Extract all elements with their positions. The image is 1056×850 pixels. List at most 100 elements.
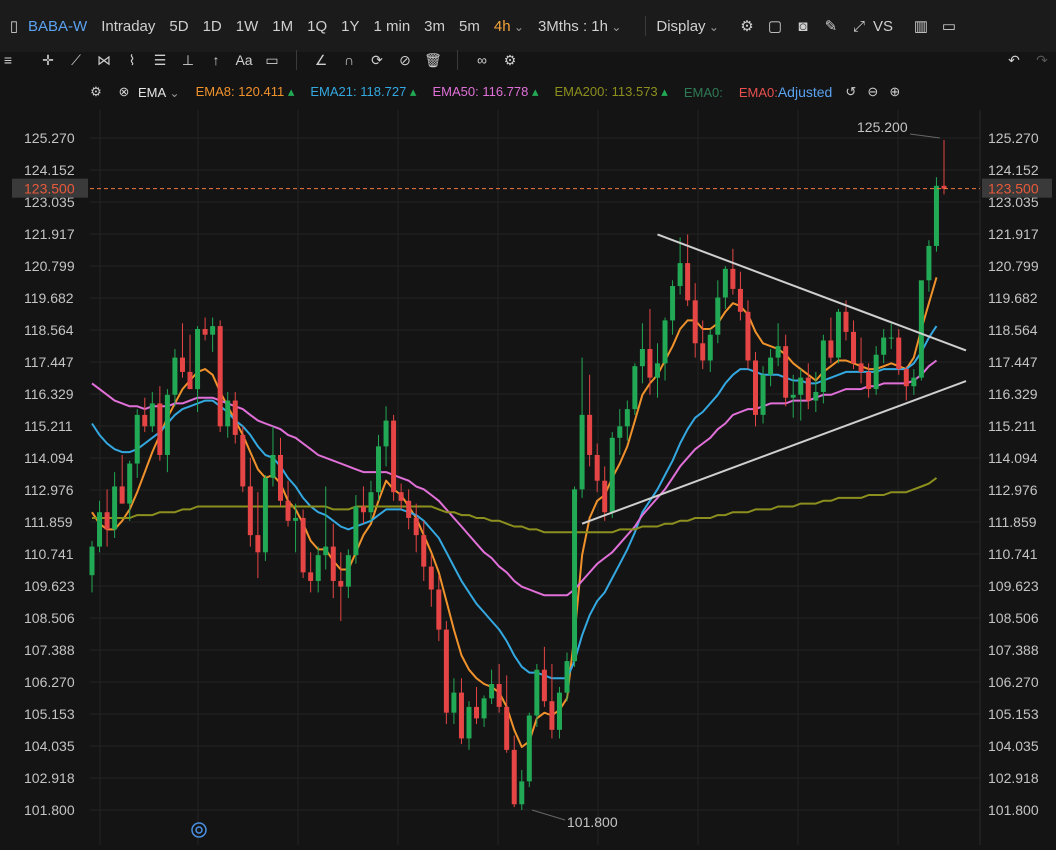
candle-body bbox=[851, 331, 857, 364]
fib-tool-icon[interactable]: ☰ bbox=[146, 46, 174, 74]
pencil-icon[interactable]: ✎ bbox=[817, 12, 845, 40]
ema21-legend: EMA21: 118.727 ▴ bbox=[310, 84, 417, 99]
candle-body bbox=[918, 280, 924, 378]
y-tick-label: 116.329 bbox=[988, 386, 1038, 402]
ema200-label: EMA200: bbox=[554, 84, 608, 99]
measure-tool-icon[interactable]: ⊥ bbox=[174, 46, 202, 74]
period-4h[interactable]: 4h bbox=[494, 18, 524, 35]
undo-icon[interactable]: ↶ bbox=[1000, 46, 1028, 74]
indicator-name[interactable]: EMA bbox=[138, 85, 180, 100]
candles bbox=[89, 140, 947, 810]
camera-icon[interactable]: ◙ bbox=[789, 12, 817, 40]
divider bbox=[296, 50, 297, 70]
y-axis-right: 125.270124.152123.035121.917120.799119.6… bbox=[988, 130, 1039, 818]
y-tick-label: 125.270 bbox=[988, 130, 1039, 146]
candle-body bbox=[360, 506, 366, 513]
crosshair-icon[interactable]: ✛ bbox=[34, 46, 62, 74]
redo-icon[interactable]: ↷ bbox=[1028, 46, 1056, 74]
candle-body bbox=[775, 346, 781, 358]
y-tick-label: 120.799 bbox=[24, 258, 75, 274]
reset-icon[interactable]: ↺ bbox=[840, 78, 862, 106]
indicator-close-icon[interactable]: ⊗ bbox=[110, 78, 138, 106]
book-icon[interactable]: ▥ bbox=[907, 12, 935, 40]
ema0-label-b: EMA0: bbox=[738, 84, 778, 100]
period-1q[interactable]: 1Q bbox=[307, 18, 327, 35]
zoom-out-icon[interactable]: ⊖ bbox=[862, 78, 884, 106]
candle-body bbox=[368, 492, 374, 513]
menu-icon[interactable]: ≡ bbox=[0, 46, 16, 74]
y-tick-label: 120.799 bbox=[988, 258, 1039, 274]
drawing-toolbar: ≡ ✛ ⟋ ⋈ ⌇ ☰ ⊥ ↑ Aa ▭ ∠ ∩ ⟳ ⊘ 🗑 ∞ ⚙ ↶ ↷ bbox=[0, 44, 1056, 76]
y-tick-label: 121.917 bbox=[24, 226, 75, 242]
period-1m[interactable]: 1M bbox=[272, 18, 293, 35]
candle-body bbox=[474, 706, 480, 719]
y-tick-label: 111.859 bbox=[24, 514, 73, 530]
adjusted-label[interactable]: Adjusted bbox=[778, 84, 840, 100]
candle-body bbox=[692, 300, 698, 344]
zoom-in-icon[interactable]: ⊕ bbox=[884, 78, 906, 106]
period-3m[interactable]: 3m bbox=[424, 18, 445, 35]
y-tick-label: 125.270 bbox=[24, 130, 75, 146]
candle-body bbox=[262, 477, 268, 553]
candle-body bbox=[195, 328, 201, 390]
period-5m[interactable]: 5m bbox=[459, 18, 480, 35]
ema21-label: EMA21: bbox=[310, 84, 357, 99]
arrow-tool-icon[interactable]: ↑ bbox=[202, 46, 230, 74]
period-intraday[interactable]: Intraday bbox=[101, 18, 155, 35]
y-tick-label: 118.564 bbox=[24, 322, 74, 338]
candle-body bbox=[323, 546, 329, 556]
sync-icon[interactable]: ⟳ bbox=[363, 46, 391, 74]
candle-body bbox=[285, 500, 291, 521]
candle-body bbox=[255, 535, 261, 553]
channel-tool-icon[interactable]: ⋈ bbox=[90, 46, 118, 74]
panel-icon[interactable]: ▭ bbox=[935, 12, 963, 40]
period-1w[interactable]: 1W bbox=[236, 18, 259, 35]
candle-body bbox=[534, 669, 540, 716]
period-5d[interactable]: 5D bbox=[169, 18, 188, 35]
candle-body bbox=[903, 369, 909, 387]
comment-icon[interactable]: ▭ bbox=[258, 46, 286, 74]
candle-body bbox=[519, 781, 525, 805]
magnet-icon[interactable]: ∩ bbox=[335, 46, 363, 74]
candle-body bbox=[413, 517, 419, 536]
link-icon[interactable]: ∞ bbox=[468, 46, 496, 74]
pattern-tool-icon[interactable]: ⌇ bbox=[118, 46, 146, 74]
ema8-label: EMA8: bbox=[195, 84, 235, 99]
candle-body bbox=[572, 489, 578, 662]
period-1y[interactable]: 1Y bbox=[341, 18, 359, 35]
hide-icon[interactable]: ⊘ bbox=[391, 46, 419, 74]
candle-body bbox=[451, 692, 457, 713]
price-chart[interactable]: 125.270124.152123.035121.917120.799119.6… bbox=[0, 110, 1056, 845]
chart-area[interactable]: 125.270 124.152 123.035 121.917 120.799 119.6… bbox=[0, 110, 1056, 845]
range-selector[interactable]: 3Mths : 1h bbox=[538, 18, 621, 35]
event-marker-icon-inner bbox=[195, 826, 203, 834]
candle-body bbox=[587, 414, 593, 455]
candle-body bbox=[526, 715, 532, 782]
candle-body bbox=[828, 340, 834, 358]
line-tool-icon[interactable]: ⟋ bbox=[62, 46, 90, 74]
indicator-settings-icon[interactable]: ⚙ bbox=[82, 78, 110, 106]
candle-body bbox=[888, 337, 894, 339]
ema8-value: 120.411 bbox=[238, 84, 285, 99]
brush-icon[interactable]: ∠ bbox=[307, 46, 335, 74]
layout-icon[interactable]: ▢ bbox=[761, 12, 789, 40]
candle-body bbox=[624, 409, 630, 427]
candle-body bbox=[579, 414, 585, 490]
period-1d[interactable]: 1D bbox=[203, 18, 222, 35]
drawing-settings-icon[interactable]: ⚙ bbox=[496, 46, 524, 74]
y-tick-label: 108.506 bbox=[988, 610, 1039, 626]
ema21-value: 118.727 bbox=[360, 84, 407, 99]
trash-icon[interactable]: 🗑 bbox=[419, 46, 447, 74]
display-menu[interactable]: Display bbox=[656, 18, 719, 35]
candle-body bbox=[677, 263, 683, 287]
ema50-label: EMA50: bbox=[432, 84, 479, 99]
text-tool[interactable]: Aa bbox=[230, 46, 258, 74]
ema0-legend-a: EMA0: bbox=[684, 85, 723, 100]
gear-icon[interactable]: ⚙ bbox=[733, 12, 761, 40]
candle-body bbox=[428, 566, 434, 590]
compare-button[interactable]: VS bbox=[873, 18, 893, 35]
sidebar-toggle-icon[interactable]: ▯ bbox=[0, 12, 28, 40]
fullscreen-icon[interactable]: ⤢ bbox=[845, 12, 873, 40]
period-1min[interactable]: 1 min bbox=[373, 18, 410, 35]
symbol-selector[interactable]: BABA-W bbox=[28, 18, 87, 35]
